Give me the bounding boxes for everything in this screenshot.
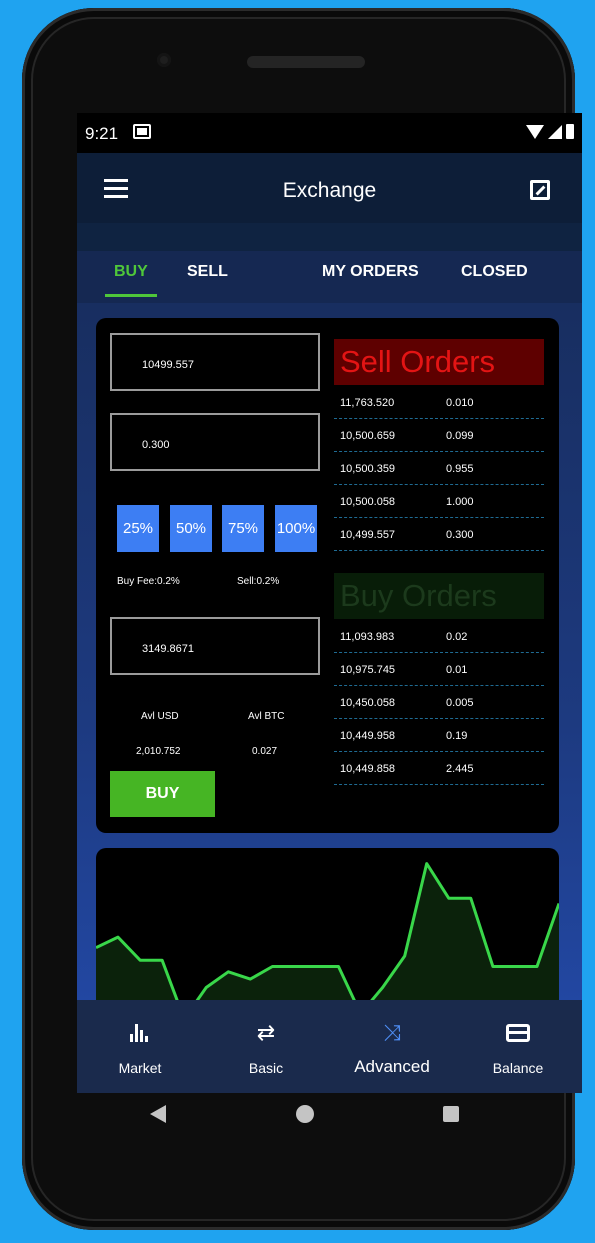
buy-fee-label: Buy Fee:0.2% xyxy=(117,576,180,587)
order-price: 10,500.659 xyxy=(340,430,396,442)
tab-sell[interactable]: SELL xyxy=(187,263,228,281)
order-quantity: 0.02 xyxy=(446,631,468,643)
order-price: 10,500.058 xyxy=(340,496,396,508)
price-input[interactable]: 10499.557 xyxy=(110,333,320,391)
order-price: 10,450.058 xyxy=(340,697,396,709)
order-row[interactable]: 11,093.983 0.02 xyxy=(334,621,544,653)
order-price: 10,449.858 xyxy=(340,763,396,775)
order-row[interactable]: 10,449.858 2.445 xyxy=(334,753,544,785)
order-row[interactable]: 11,763.520 0.010 xyxy=(334,387,544,419)
order-quantity: 0.005 xyxy=(446,697,474,709)
shuffle-icon: ⤨ xyxy=(383,1020,401,1045)
order-row[interactable]: 10,500.058 1.000 xyxy=(334,486,544,518)
nav-advanced-label: Advanced xyxy=(354,1057,430,1076)
status-time: 9:21 xyxy=(85,124,119,143)
order-price: 10,449.958 xyxy=(340,730,396,742)
order-price: 10,975.745 xyxy=(340,664,396,676)
order-row[interactable]: 10,500.359 0.955 xyxy=(334,453,544,485)
main-content: 10499.557 0.300 25% 50% 75% 100% Buy Fee… xyxy=(77,303,582,1048)
order-price: 10,500.359 xyxy=(340,463,396,475)
total-input[interactable]: 3149.8671 xyxy=(110,617,320,675)
order-price: 10,499.557 xyxy=(340,529,396,541)
page-title: Exchange xyxy=(282,179,377,202)
tab-my-orders[interactable]: MY ORDERS xyxy=(322,263,419,281)
order-row[interactable]: 10,500.659 0.099 xyxy=(334,420,544,452)
phone-frame: 9:21 Exchange BUY SELL MY ORDERS CLOSED xyxy=(22,8,582,1230)
percent-100-button[interactable]: 100% xyxy=(275,505,317,552)
recents-icon[interactable] xyxy=(443,1106,459,1122)
credit-card-icon xyxy=(506,1024,530,1042)
app-bar-extension xyxy=(77,223,582,251)
signal-icon xyxy=(548,124,562,139)
bar-chart-icon xyxy=(130,1024,150,1042)
order-price: 11,763.520 xyxy=(340,397,395,409)
avl-btc-value: 0.027 xyxy=(252,746,278,757)
sell-orders-title: Sell Orders xyxy=(334,339,544,385)
order-quantity: 0.01 xyxy=(446,664,468,676)
order-quantity: 0.300 xyxy=(446,529,474,541)
nav-advanced[interactable]: ⤨ Advanced xyxy=(329,1000,455,1093)
screen: 9:21 Exchange BUY SELL MY ORDERS CLOSED xyxy=(77,113,582,1093)
tab-closed[interactable]: CLOSED xyxy=(461,263,528,281)
amount-input[interactable]: 0.300 xyxy=(110,413,320,471)
nav-basic[interactable]: ⇄ Basic xyxy=(203,1000,329,1093)
order-row[interactable]: 10,975.745 0.01 xyxy=(334,654,544,686)
bottom-nav: Market ⇄ Basic ⤨ Advanced Balance xyxy=(77,1000,582,1093)
avl-usd-value: 2,010.752 xyxy=(136,746,181,757)
order-card: 10499.557 0.300 25% 50% 75% 100% Buy Fee… xyxy=(96,318,559,833)
tab-buy[interactable]: BUY xyxy=(114,263,148,281)
avl-usd-label: Avl USD xyxy=(141,711,179,722)
percent-25-button[interactable]: 25% xyxy=(117,505,159,552)
percent-75-button[interactable]: 75% xyxy=(222,505,264,552)
nav-basic-label: Basic xyxy=(248,1060,284,1076)
order-quantity: 0.010 xyxy=(446,397,474,409)
battery-icon xyxy=(566,124,574,139)
order-quantity: 2.445 xyxy=(446,763,474,775)
buy-orders-title: Buy Orders xyxy=(334,573,544,619)
order-price: 11,093.983 xyxy=(340,631,395,643)
app-bar: Exchange xyxy=(77,153,582,223)
percent-50-button[interactable]: 50% xyxy=(170,505,212,552)
order-quantity: 0.955 xyxy=(446,463,474,475)
front-camera xyxy=(157,53,171,67)
nav-market-label: Market xyxy=(118,1060,162,1076)
swap-arrows-icon: ⇄ xyxy=(256,1020,276,1045)
order-quantity: 1.000 xyxy=(446,496,474,508)
avl-btc-label: Avl BTC xyxy=(248,711,285,722)
nav-balance[interactable]: Balance xyxy=(455,1000,581,1093)
nav-market[interactable]: Market xyxy=(77,1000,203,1093)
wifi-icon xyxy=(526,124,544,139)
status-bar: 9:21 xyxy=(77,113,582,153)
order-row[interactable]: 10,450.058 0.005 xyxy=(334,687,544,719)
active-tab-indicator xyxy=(105,294,157,297)
earpiece-speaker xyxy=(247,56,365,68)
back-icon[interactable] xyxy=(150,1105,166,1123)
order-row[interactable]: 10,499.557 0.300 xyxy=(334,519,544,551)
order-quantity: 0.19 xyxy=(446,730,468,742)
image-notification-icon xyxy=(133,124,151,139)
buy-button[interactable]: BUY xyxy=(110,771,215,817)
order-row[interactable]: 10,449.958 0.19 xyxy=(334,720,544,752)
nav-balance-label: Balance xyxy=(492,1060,544,1076)
status-icons xyxy=(526,124,574,139)
external-link-icon[interactable] xyxy=(530,180,550,200)
sell-fee-label: Sell:0.2% xyxy=(237,576,280,587)
home-icon[interactable] xyxy=(296,1105,314,1123)
order-quantity: 0.099 xyxy=(446,430,474,442)
tab-bar: BUY SELL MY ORDERS CLOSED xyxy=(77,251,582,303)
